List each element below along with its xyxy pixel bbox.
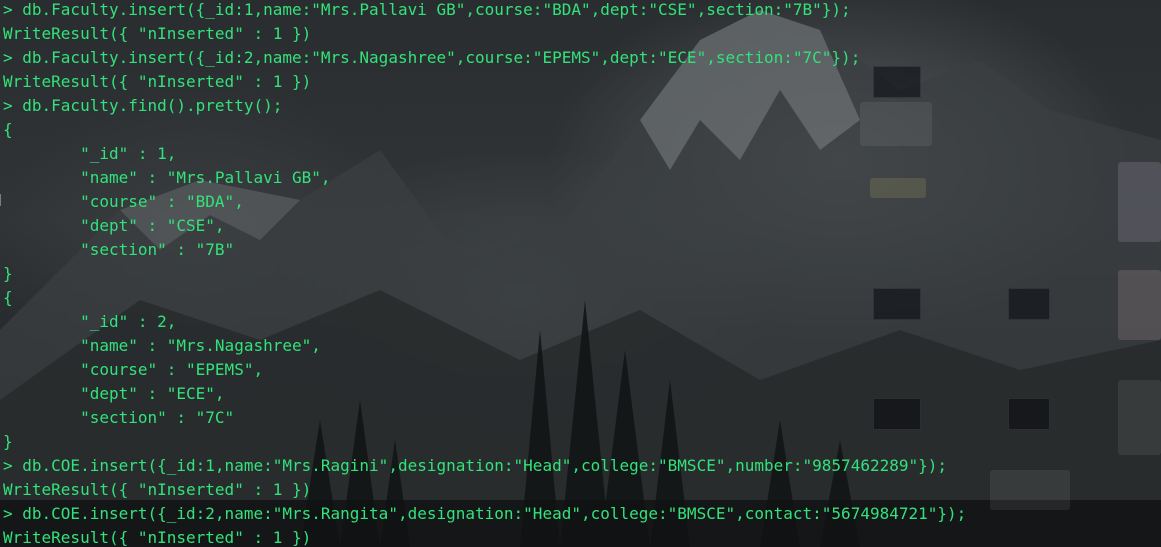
desktop-file-icon xyxy=(1118,162,1161,242)
command-line: > db.COE.insert({_id:1,name:"Mrs.Ragini"… xyxy=(3,456,948,475)
document-brace: { xyxy=(3,288,13,307)
result-line: WriteResult({ "nInserted" : 1 }) xyxy=(3,72,312,91)
terminal-window[interactable]: > db.Faculty.insert({_id:1,name:"Mrs.Pal… xyxy=(0,0,1161,547)
desktop-shortcut-icon xyxy=(1008,398,1050,430)
document-brace: } xyxy=(3,264,13,283)
result-line: WriteResult({ "nInserted" : 1 }) xyxy=(3,480,312,499)
result-line: WriteResult({ "nInserted" : 1 }) xyxy=(3,24,312,43)
command-line: > db.Faculty.insert({_id:1,name:"Mrs.Pal… xyxy=(3,0,851,19)
shell-output[interactable]: > db.Faculty.insert({_id:1,name:"Mrs.Pal… xyxy=(3,0,966,547)
desktop-icon-label xyxy=(990,470,1070,510)
document-field: "_id" : 2, xyxy=(3,312,177,331)
document-field: "section" : "7C" xyxy=(3,408,235,427)
desktop-file-icon xyxy=(1118,270,1161,340)
document-field: "course" : "EPEMS", xyxy=(3,360,264,379)
document-field: "dept" : "ECE", xyxy=(3,384,225,403)
document-brace: } xyxy=(3,432,13,451)
text-cursor-mark xyxy=(0,194,1,206)
result-line: WriteResult({ "nInserted" : 1 }) xyxy=(3,528,312,547)
command-line: > db.Faculty.find().pretty(); xyxy=(3,96,283,115)
command-line: > db.COE.insert({_id:2,name:"Mrs.Rangita… xyxy=(3,504,967,523)
document-field: "section" : "7B" xyxy=(3,240,235,259)
document-brace: { xyxy=(3,120,13,139)
document-field: "course" : "BDA", xyxy=(3,192,244,211)
desktop-shortcut-icon xyxy=(1008,288,1050,320)
desktop-file-icon xyxy=(1118,380,1161,455)
command-line: > db.Faculty.insert({_id:2,name:"Mrs.Nag… xyxy=(3,48,861,67)
document-field: "_id" : 1, xyxy=(3,144,177,163)
document-field: "dept" : "CSE", xyxy=(3,216,225,235)
document-field: "name" : "Mrs.Pallavi GB", xyxy=(3,168,331,187)
document-field: "name" : "Mrs.Nagashree", xyxy=(3,336,321,355)
